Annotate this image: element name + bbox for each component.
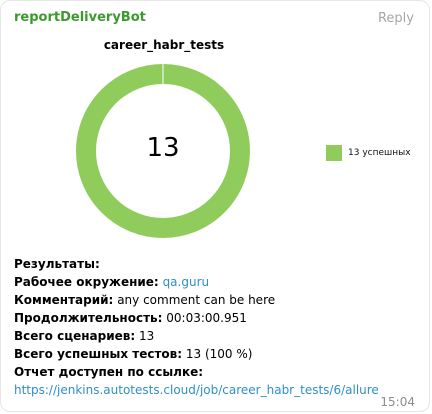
message-time: 15:04 [380,395,415,409]
comment-label: Комментарий: [14,293,114,307]
comment-row: Комментарий: any comment can be here [14,291,424,309]
passed-value: 13 (100 %) [185,347,253,361]
env-row: Рабочее окружение: qa.guru [14,273,424,291]
passed-label: Всего успешных тестов: [14,347,183,361]
duration-label: Продолжительность: [14,311,163,325]
legend-label: 13 успешных [348,148,411,158]
sender-name[interactable]: reportDeliveryBot [14,10,146,25]
env-label: Рабочее окружение: [14,275,159,289]
report-link-heading: Отчет доступен по ссылке: [14,365,204,379]
reply-button[interactable]: Reply [378,11,414,26]
results-heading: Результаты: [14,257,100,271]
duration-row: Продолжительность: 00:03:00.951 [14,309,424,327]
total-row: Всего сценариев: 13 [14,327,424,345]
message-bubble: reportDeliveryBot Reply career_habr_test… [0,0,430,412]
report-link[interactable]: https://jenkins.autotests.cloud/job/care… [14,381,424,399]
legend-swatch [326,145,342,161]
env-link[interactable]: qa.guru [163,275,210,289]
comment-value: any comment can be here [117,293,276,307]
chart-title: career_habr_tests [103,38,225,52]
report-text: Результаты: Рабочее окружение: qa.guru К… [14,255,424,399]
passed-row: Всего успешных тестов: 13 (100 %) [14,345,424,363]
total-value: 13 [138,329,155,343]
total-label: Всего сценариев: [14,329,136,343]
duration-value: 00:03:00.951 [166,311,247,325]
donut-center-value: 13 [146,133,180,163]
chart-legend: 13 успешных [326,145,411,161]
